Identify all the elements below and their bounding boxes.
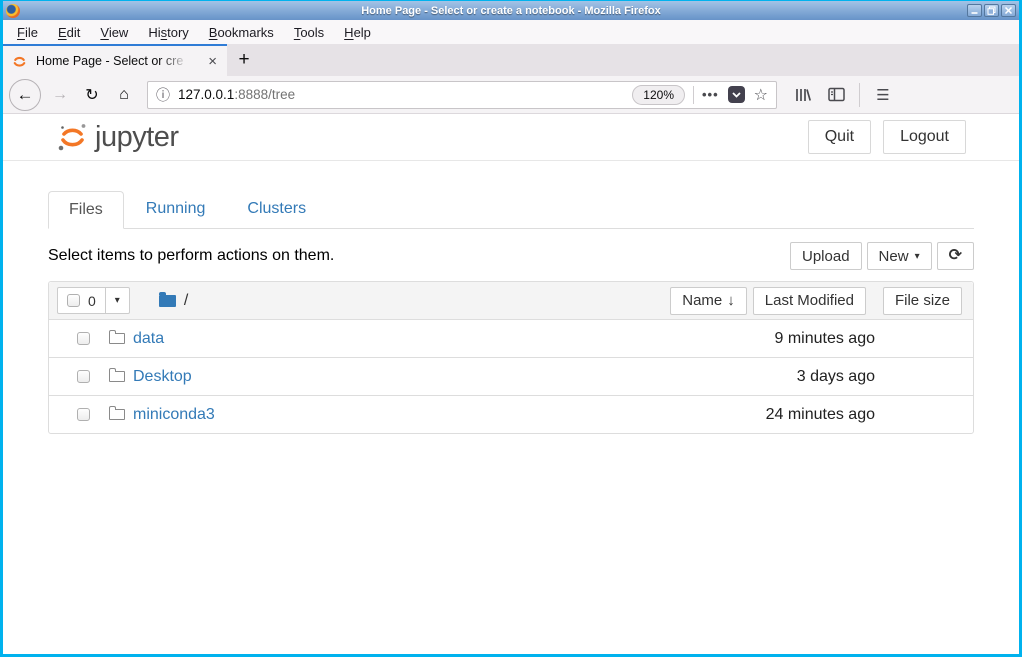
refresh-button[interactable]: ⟳ (936, 242, 974, 270)
back-icon: ← (16, 84, 34, 104)
jupyter-header: jupyter Quit Logout (3, 114, 1019, 161)
jupyter-main: Files Running Clusters Select items to p… (3, 161, 1019, 434)
firefox-icon (6, 3, 20, 18)
jupyter-tab-bar: Files Running Clusters (48, 191, 974, 229)
menu-bookmarks[interactable]: Bookmarks (199, 22, 284, 43)
file-link[interactable]: data (133, 330, 164, 348)
table-row: Desktop 3 days ago (49, 357, 973, 395)
reload-button[interactable]: ↻ (77, 80, 107, 110)
menu-edit[interactable]: Edit (48, 22, 90, 43)
chevron-down-icon: ▾ (914, 250, 920, 262)
urlbar-separator (693, 85, 694, 104)
upload-button[interactable]: Upload (790, 242, 862, 270)
title-bar: Home Page - Select or create a notebook … (3, 1, 1019, 20)
menu-help[interactable]: Help (334, 22, 381, 43)
tab-clusters[interactable]: Clusters (227, 191, 326, 228)
select-all-control[interactable]: 0 (57, 287, 106, 314)
sort-size-button[interactable]: File size (882, 286, 962, 315)
select-all-checkbox[interactable] (67, 294, 80, 307)
site-info-icon[interactable]: ⓘ (156, 85, 170, 105)
forward-icon: → (52, 85, 68, 103)
table-row: miniconda3 24 minutes ago (49, 395, 973, 433)
sidebar-button[interactable] (821, 80, 851, 110)
last-modified-value: 3 days ago (796, 367, 875, 385)
file-link[interactable]: miniconda3 (133, 406, 215, 424)
sort-name-button[interactable]: Name ↓ (670, 286, 747, 315)
menu-view[interactable]: View (90, 22, 138, 43)
reload-icon: ↻ (85, 86, 99, 104)
home-button[interactable]: ⌂ (109, 80, 139, 110)
row-checkbox[interactable] (77, 408, 90, 421)
navigation-toolbar: ← → ↻ ⌂ ⓘ 127.0.0.1:8888/tree 120% ••• ☆ (3, 76, 1019, 114)
tab-close-icon[interactable]: × (206, 54, 219, 69)
menu-bar: File Edit View History Bookmarks Tools H… (3, 20, 1019, 44)
url-text: 127.0.0.1:8888/tree (178, 87, 296, 102)
breadcrumb-path[interactable]: / (184, 292, 188, 310)
page-actions-icon[interactable]: ••• (702, 87, 719, 102)
tab-strip: Home Page - Select or cre × + (3, 44, 1019, 76)
back-button[interactable]: ← (9, 78, 41, 111)
file-list: 0 ▾ / Name ↓ Last Modified File size dat… (48, 281, 974, 434)
jupyter-logo-icon (58, 124, 86, 151)
logout-button[interactable]: Logout (883, 120, 966, 154)
minimize-button[interactable] (967, 4, 982, 17)
jupyter-brand-text: jupyter (95, 120, 179, 153)
folder-icon (108, 367, 125, 382)
new-dropdown-button[interactable]: New ▾ (866, 242, 932, 270)
library-button[interactable] (787, 80, 817, 110)
close-icon (1004, 6, 1013, 15)
refresh-icon: ⟳ (948, 247, 962, 264)
action-bar: Select items to perform actions on them.… (48, 242, 974, 270)
maximize-icon (987, 6, 996, 15)
jupyter-page: jupyter Quit Logout Files Running Cluste… (3, 114, 1019, 654)
jupyter-logo[interactable]: jupyter (55, 119, 179, 155)
browser-window: Home Page - Select or create a notebook … (0, 0, 1022, 657)
folder-icon (108, 405, 125, 420)
quit-button[interactable]: Quit (807, 120, 872, 154)
row-checkbox[interactable] (77, 332, 90, 345)
tab-title: Home Page - Select or cre (36, 54, 188, 68)
menu-history[interactable]: History (138, 22, 198, 43)
library-icon (795, 88, 811, 101)
last-modified-value: 24 minutes ago (765, 405, 875, 423)
folder-icon (108, 329, 125, 344)
last-modified-value: 9 minutes ago (774, 329, 875, 347)
sidebar-icon (827, 87, 845, 102)
new-tab-button[interactable]: + (227, 44, 261, 76)
table-row: data 9 minutes ago (49, 319, 973, 357)
selected-count: 0 (88, 292, 96, 309)
browser-tab[interactable]: Home Page - Select or cre × (3, 44, 227, 76)
hamburger-icon: ☰ (876, 86, 890, 104)
sort-down-icon: ↓ (727, 292, 735, 309)
breadcrumb-folder-icon[interactable] (158, 291, 176, 307)
maximize-button[interactable] (984, 4, 999, 17)
zoom-level-indicator[interactable]: 120% (632, 84, 685, 105)
menu-tools[interactable]: Tools (284, 22, 334, 43)
tab-files[interactable]: Files (48, 191, 124, 229)
sort-modified-button[interactable]: Last Modified (752, 286, 866, 315)
forward-button[interactable]: → (45, 80, 75, 110)
file-link[interactable]: Desktop (133, 368, 192, 386)
close-button[interactable] (1001, 4, 1016, 17)
toolbar-separator (859, 82, 860, 107)
menu-file[interactable]: File (7, 22, 48, 43)
jupyter-favicon (13, 56, 26, 67)
tab-running[interactable]: Running (126, 191, 226, 228)
url-bar[interactable]: ⓘ 127.0.0.1:8888/tree 120% ••• ☆ (147, 80, 777, 109)
app-menu-button[interactable]: ☰ (868, 80, 898, 110)
select-dropdown-button[interactable]: ▾ (105, 287, 130, 314)
bookmark-star-icon[interactable]: ☆ (754, 85, 768, 105)
row-checkbox[interactable] (77, 370, 90, 383)
file-list-header: 0 ▾ / Name ↓ Last Modified File size (49, 282, 973, 319)
minimize-icon (971, 12, 978, 14)
status-message: Select items to perform actions on them. (48, 247, 335, 264)
home-icon: ⌂ (119, 85, 129, 103)
chevron-down-icon: ▾ (114, 295, 120, 306)
window-title: Home Page - Select or create a notebook … (361, 4, 661, 17)
pocket-icon[interactable] (727, 86, 745, 103)
